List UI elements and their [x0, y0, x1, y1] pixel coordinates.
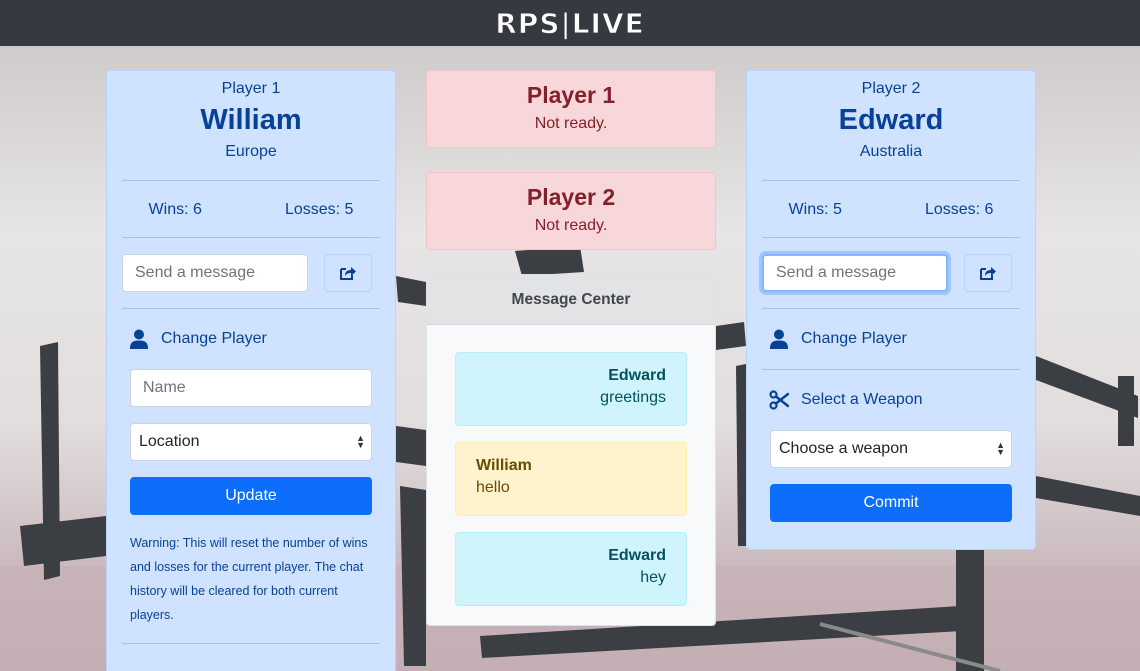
player2-commit-button[interactable]: Commit — [770, 484, 1012, 522]
message-center: Message Center Edward greetings William … — [426, 274, 716, 626]
chat-message-author: Edward — [608, 367, 666, 384]
player2-select-weapon-label: Select a Weapon — [801, 391, 923, 408]
player1-warning-text: Warning: This will reset the number of w… — [130, 536, 368, 622]
player1-send-button[interactable] — [324, 254, 372, 292]
player2-change-player-label: Change Player — [801, 330, 907, 347]
user-icon — [769, 329, 789, 349]
share-square-icon — [338, 263, 358, 283]
player1-message-input[interactable]: Send a message — [122, 254, 308, 292]
chat-message-author: William — [476, 457, 532, 474]
chat-message: William hello — [455, 442, 687, 516]
player2-stats: Wins: 5 Losses: 6 — [747, 181, 1035, 237]
player2-select-weapon-header: Select a Weapon — [747, 370, 1035, 430]
player1-location-select[interactable]: Location ▲ ▼ — [130, 423, 372, 461]
player2-status-card: Player 2 Not ready. — [426, 172, 716, 250]
player2-wins: Wins: 5 — [788, 201, 842, 218]
player2-send-button[interactable] — [964, 254, 1012, 292]
player2-change-player-header[interactable]: Change Player — [747, 309, 1035, 369]
player1-change-player-header[interactable]: Change Player — [107, 309, 395, 369]
share-square-icon — [978, 263, 998, 283]
player1-status-title: Player 1 — [526, 82, 616, 108]
message-center-title: Message Center — [427, 275, 715, 325]
chat-message: Edward greetings — [455, 352, 687, 426]
chat-message: Edward hey — [455, 532, 687, 606]
divider — [122, 643, 380, 644]
navbar: RPS|LIVE — [0, 0, 1140, 46]
player1-name-input[interactable]: Name — [130, 369, 372, 407]
player2-weapon-select[interactable]: Choose a weapon ▲ ▼ — [770, 430, 1012, 468]
player2-message-row: Send a message — [747, 238, 1035, 308]
player1-stats: Wins: 6 Losses: 5 — [107, 181, 395, 237]
chat-message-text: hey — [640, 569, 666, 586]
player1-label: Player 1 — [221, 80, 281, 97]
player2-status-text: Not ready. — [534, 217, 608, 234]
player2-name: Edward — [838, 104, 944, 136]
scissors-icon — [769, 390, 789, 410]
player1-card: Player 1 William Europe Wins: 6 Losses: … — [106, 70, 396, 671]
player2-card: Player 2 Edward Australia Wins: 5 Losses… — [746, 70, 1036, 550]
chat-message-text: greetings — [600, 389, 666, 406]
player1-status-text: Not ready. — [534, 115, 608, 132]
player1-wins: Wins: 6 — [148, 201, 202, 218]
user-icon — [129, 329, 149, 349]
player1-name: William — [200, 104, 302, 136]
player1-losses: Losses: 5 — [284, 201, 354, 218]
select-arrows-icon: ▲ ▼ — [356, 433, 365, 450]
player2-label: Player 2 — [861, 80, 921, 97]
player1-update-button[interactable]: Update — [130, 477, 372, 515]
player2-losses: Losses: 6 — [924, 201, 994, 218]
player1-message-row: Send a message — [107, 238, 395, 308]
player1-status-card: Player 1 Not ready. — [426, 70, 716, 148]
select-arrows-icon: ▲ ▼ — [996, 440, 1005, 457]
player2-location: Australia — [859, 143, 923, 160]
player2-status-title: Player 2 — [526, 184, 616, 210]
brand-logo[interactable]: RPS|LIVE — [495, 6, 645, 40]
player2-weapon-select-value: Choose a weapon — [779, 440, 908, 457]
player2-message-input[interactable]: Send a message — [762, 254, 948, 292]
chat-message-author: Edward — [608, 547, 666, 564]
player1-change-player-label: Change Player — [161, 330, 267, 347]
player1-location: Europe — [225, 143, 277, 160]
player1-location-select-value: Location — [139, 433, 200, 450]
chat-message-text: hello — [476, 479, 510, 496]
